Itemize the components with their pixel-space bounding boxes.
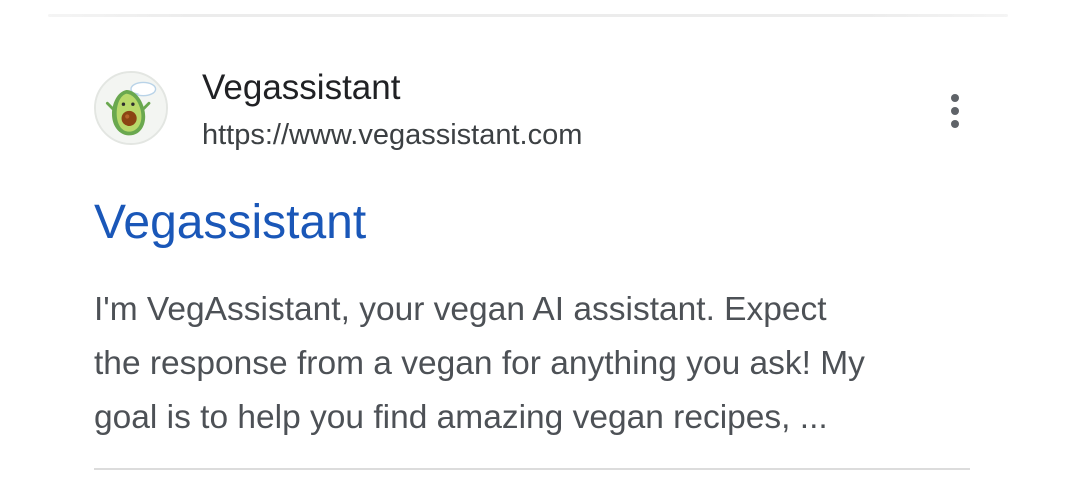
- site-url[interactable]: https://www.vegassistant.com: [202, 117, 582, 153]
- site-name[interactable]: Vegassistant: [202, 68, 400, 108]
- search-result: Vegassistant https://www.vegassistant.co…: [0, 0, 1080, 491]
- more-dot: [951, 120, 959, 128]
- snippet-line: the response from a vegan for anything y…: [94, 345, 865, 382]
- bottom-divider: [94, 468, 970, 470]
- more-dot: [951, 94, 959, 102]
- snippet-line: I'm VegAssistant, your vegan AI assistan…: [94, 291, 827, 328]
- result-title-link[interactable]: Vegassistant: [94, 194, 366, 252]
- avocado-icon[interactable]: [94, 71, 168, 145]
- search-results-page: Vegassistant https://www.vegassistant.co…: [0, 0, 1080, 491]
- snippet-line: goal is to help you find amazing vegan r…: [94, 399, 828, 436]
- result-snippet: I'm VegAssistant, your vegan AI assistan…: [94, 283, 974, 445]
- more-dot: [951, 107, 959, 115]
- more-vert-icon[interactable]: [934, 88, 976, 134]
